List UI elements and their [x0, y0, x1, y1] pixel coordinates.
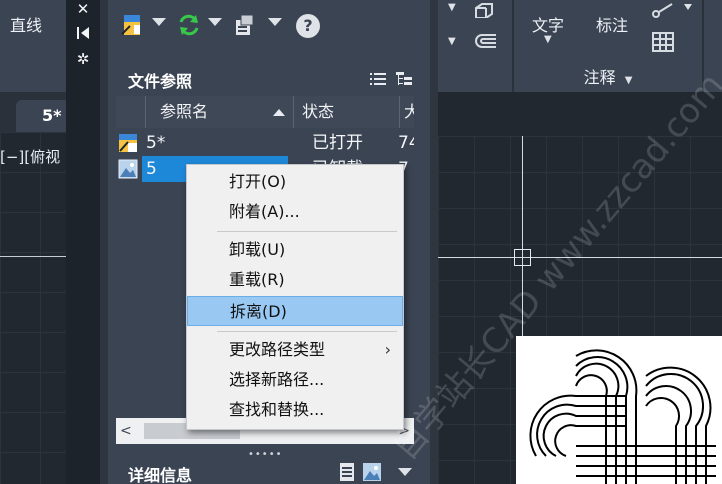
offset-icon[interactable] [472, 32, 498, 50]
drawing-canvas-left[interactable] [0, 132, 66, 484]
details-title: 详细信息 [128, 466, 193, 484]
dimension-tool-label[interactable]: 标注 [596, 12, 628, 36]
crosshair-pickbox [514, 249, 531, 266]
details-view-icon[interactable] [338, 462, 356, 482]
crosshair-horizontal-left [0, 256, 66, 257]
path-dropdown-chevron-down-icon[interactable] [268, 18, 282, 26]
line-tool-label[interactable]: 直线 [10, 12, 42, 36]
details-header[interactable]: 详细信息 [116, 458, 422, 484]
menu-item-change-path-type[interactable]: 更改路径类型 › [187, 335, 403, 365]
column-header-name[interactable]: 参照名 [146, 96, 294, 128]
document-tab[interactable]: 5* [16, 100, 66, 132]
file-references-header[interactable]: 文件参照 [116, 64, 422, 94]
right-ribbon: ▼ ▼ 文字 ▼ 标注 注释 ▼ [430, 0, 722, 92]
text-tool-label[interactable]: 文字 [532, 12, 564, 36]
annotation-chevron-down-icon: ▼ [624, 75, 633, 86]
row-size: 74 [398, 133, 414, 153]
annotation-panel-title[interactable]: 注释 ▼ [514, 64, 702, 92]
refresh-icon[interactable] [176, 12, 202, 38]
list-view-icon[interactable] [370, 72, 386, 86]
palette-toolbar: ? [108, 0, 430, 56]
list-item[interactable]: 5* 已打开 74 [116, 130, 414, 156]
help-button[interactable]: ? [296, 14, 320, 38]
image-file-icon [118, 159, 138, 179]
refresh-dropdown-chevron-down-icon[interactable] [208, 18, 222, 26]
menu-item-select-new-path[interactable]: 选择新路径... [187, 365, 403, 395]
gear-icon[interactable]: ✲ [74, 50, 92, 68]
document-tab-label: 5* [42, 106, 62, 125]
caret-icon[interactable]: ▼ [448, 2, 456, 13]
palette-title-bar: ✕ ✲ [66, 0, 100, 484]
menu-separator [217, 331, 397, 332]
table-icon[interactable] [652, 32, 674, 52]
tree-view-icon[interactable] [396, 72, 412, 86]
ribbon-panel-divider [702, 0, 704, 92]
scroll-left-icon[interactable]: < [120, 423, 132, 439]
leader-icon[interactable] [650, 0, 694, 20]
sort-ascending-icon [273, 109, 285, 116]
menu-item-unload[interactable]: 卸载(U) [187, 235, 403, 265]
row-status: 已打开 [312, 133, 363, 153]
drawing-file-icon [119, 134, 137, 152]
list-header: 参照名 状态 大 [116, 96, 414, 128]
menu-item-find-replace[interactable]: 查找和替换... [187, 395, 403, 425]
menu-separator [217, 231, 397, 232]
row-name: 5 [146, 159, 157, 179]
column-header-status[interactable]: 状态 [294, 96, 400, 128]
close-icon[interactable]: ✕ [74, 0, 92, 18]
reference-context-menu: 打开(O) 附着(A)... 卸载(U) 重载(R) 拆离(D) 更改路径类型 … [186, 164, 404, 430]
menu-item-attach[interactable]: 附着(A)... [187, 197, 403, 227]
menu-item-open[interactable]: 打开(O) [187, 167, 403, 197]
change-path-icon[interactable] [232, 12, 258, 38]
cube-icon[interactable] [472, 2, 496, 18]
palette-gutter [100, 0, 108, 484]
caret-icon[interactable]: ▼ [448, 36, 456, 47]
details-chevron-down-icon[interactable] [398, 468, 412, 476]
column-header-size[interactable]: 大 [400, 96, 414, 128]
auto-hide-icon[interactable] [74, 24, 92, 42]
text-chevron-down-icon[interactable]: ▼ [544, 34, 552, 45]
panel-splitter[interactable]: ••••• [108, 448, 430, 460]
attach-dropdown-chevron-down-icon[interactable] [152, 18, 166, 26]
submenu-chevron-right-icon: › [384, 340, 391, 359]
palette-right-edge [430, 0, 438, 484]
viewport-view-label[interactable]: [−][俯视 [0, 146, 60, 167]
knot-logo-image [516, 336, 722, 484]
attach-dwg-icon[interactable] [120, 12, 146, 38]
menu-item-reload[interactable]: 重载(R) [187, 265, 403, 295]
file-references-title: 文件参照 [128, 72, 193, 91]
crosshair-horizontal [438, 257, 722, 258]
row-name: 5* [146, 133, 166, 153]
menu-item-detach[interactable]: 拆离(D) [187, 296, 403, 326]
preview-image-icon[interactable] [362, 462, 382, 482]
icon-column-header [116, 96, 146, 128]
left-ribbon: 直线 [0, 0, 66, 92]
